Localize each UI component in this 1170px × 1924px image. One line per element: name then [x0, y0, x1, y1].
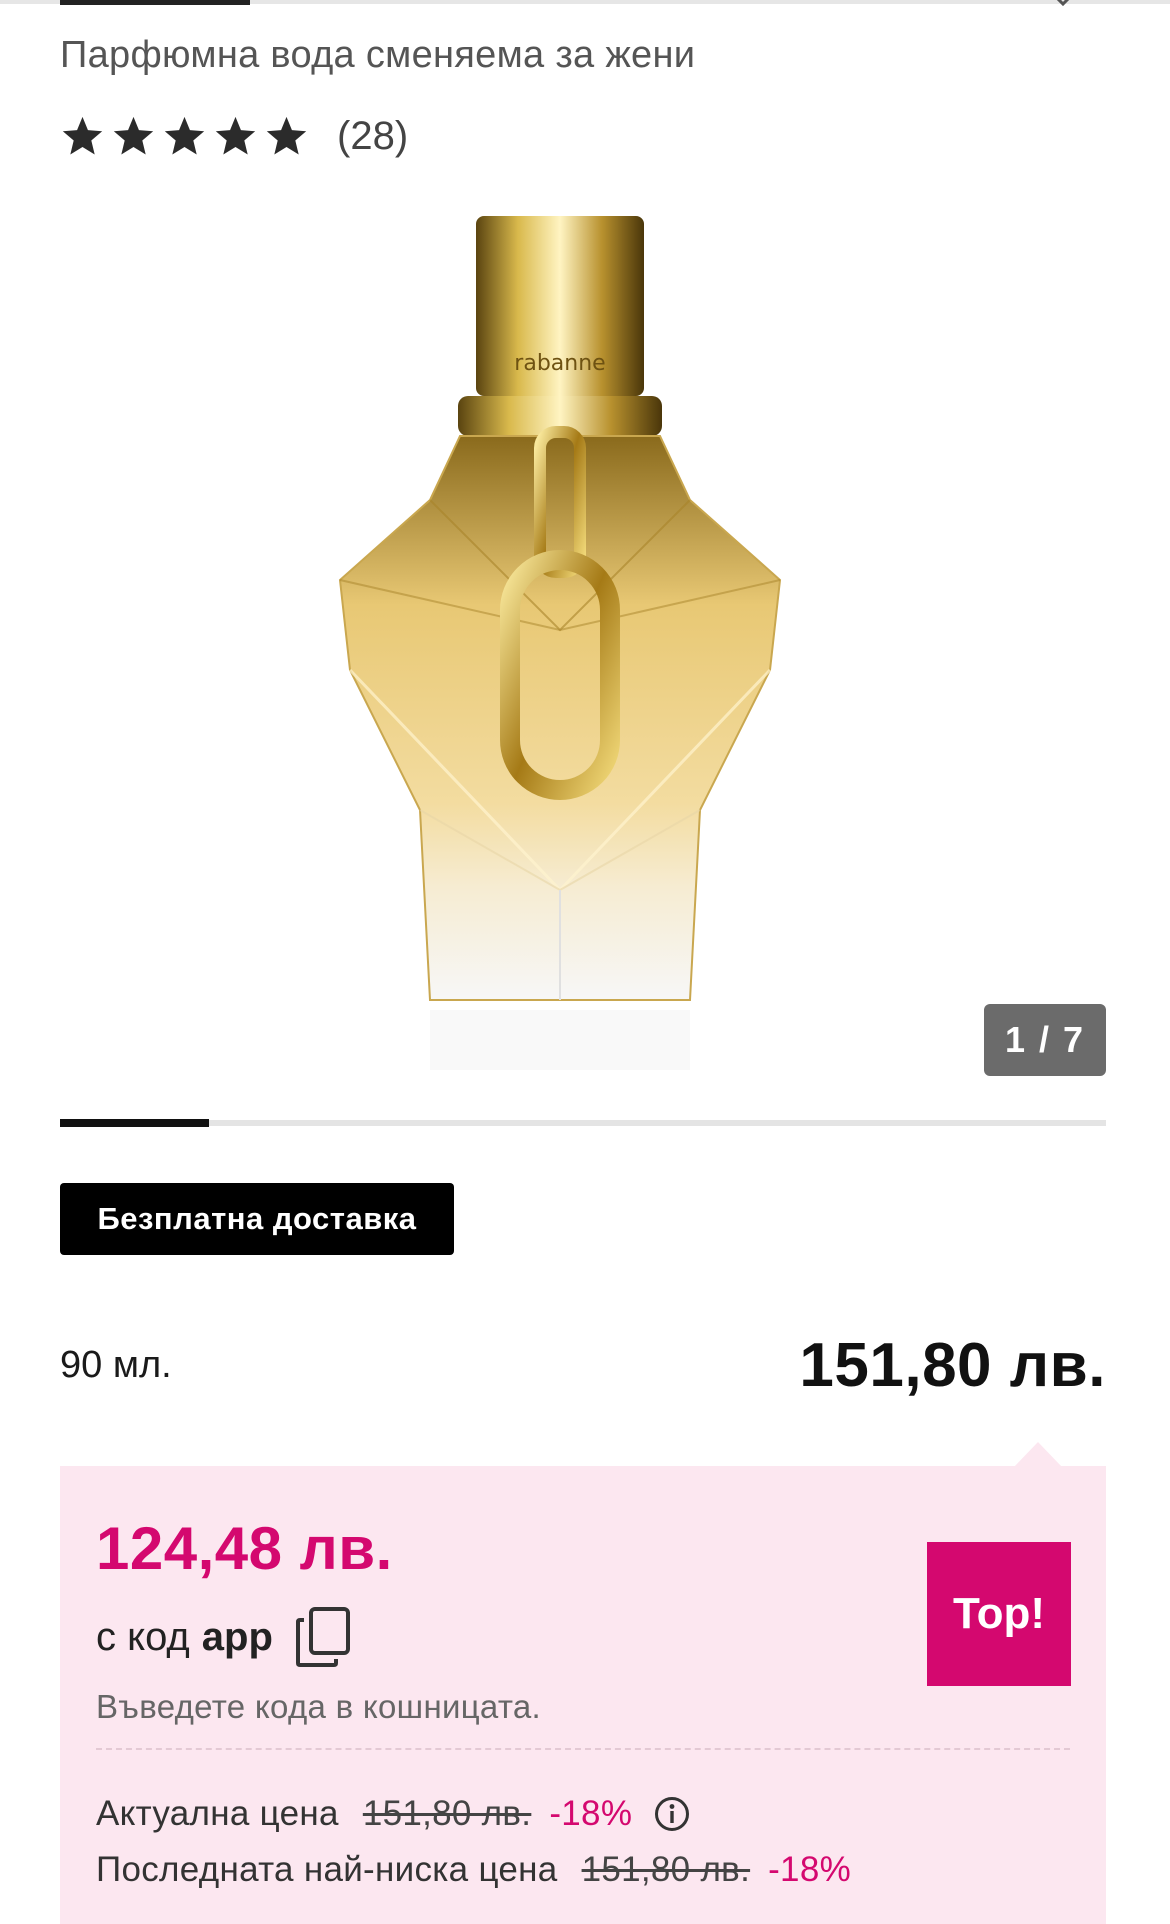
active-tab-indicator — [60, 0, 250, 5]
lowest-price-label: Последната най-ниска цена — [96, 1850, 558, 1889]
current-price-line: Актуална цена 151,80 лв. -18% — [96, 1794, 690, 1834]
current-price-discount: -18% — [549, 1794, 633, 1833]
product-price: 151,80 лв. — [799, 1331, 1106, 1400]
product-rating[interactable]: (28) — [60, 110, 408, 162]
promo-code-prefix: с код — [96, 1614, 190, 1659]
gallery-progress-fill — [60, 1119, 210, 1127]
top-badge: Top! — [927, 1542, 1071, 1686]
product-volume: 90 мл. — [60, 1344, 172, 1386]
promo-code-row: с код app — [96, 1606, 351, 1668]
lowest-price-discount: -18% — [768, 1850, 852, 1889]
product-image[interactable]: rabanne — [300, 200, 820, 1100]
promo-divider — [96, 1748, 1070, 1750]
star-icon — [164, 116, 205, 154]
star-icon — [215, 116, 256, 154]
star-icon — [62, 116, 103, 154]
star-icon — [266, 116, 307, 154]
promo-notch — [1014, 1442, 1062, 1467]
product-subtitle: Парфюмна вода сменяема за жени — [60, 34, 696, 76]
free-delivery-badge: Безплатна доставка — [60, 1183, 454, 1255]
promo-code-value[interactable]: app — [202, 1615, 273, 1660]
gallery-counter: 1 / 7 — [984, 1004, 1106, 1076]
copy-icon[interactable] — [295, 1606, 351, 1668]
promo-code-hint: Въведете кода в кошницата. — [96, 1688, 542, 1725]
info-icon[interactable] — [654, 1796, 690, 1832]
star-icon — [113, 116, 154, 154]
lowest-price-line: Последната най-ниска цена 151,80 лв. -18… — [96, 1850, 851, 1890]
gallery-progress — [60, 1119, 1106, 1127]
current-price-label: Актуална цена — [96, 1794, 339, 1833]
current-price-old: 151,80 лв. — [362, 1794, 532, 1833]
promo-box: 124,48 лв. с код app Въведете кода в кош… — [60, 1466, 1106, 1924]
review-count[interactable]: (28) — [337, 114, 408, 159]
lowest-price-old: 151,80 лв. — [581, 1850, 751, 1889]
promo-price: 124,48 лв. — [96, 1515, 393, 1582]
rating-stars — [60, 114, 309, 159]
bottle-engraving: rabanne — [514, 351, 605, 376]
chevron-down-icon[interactable] — [1050, 0, 1076, 12]
